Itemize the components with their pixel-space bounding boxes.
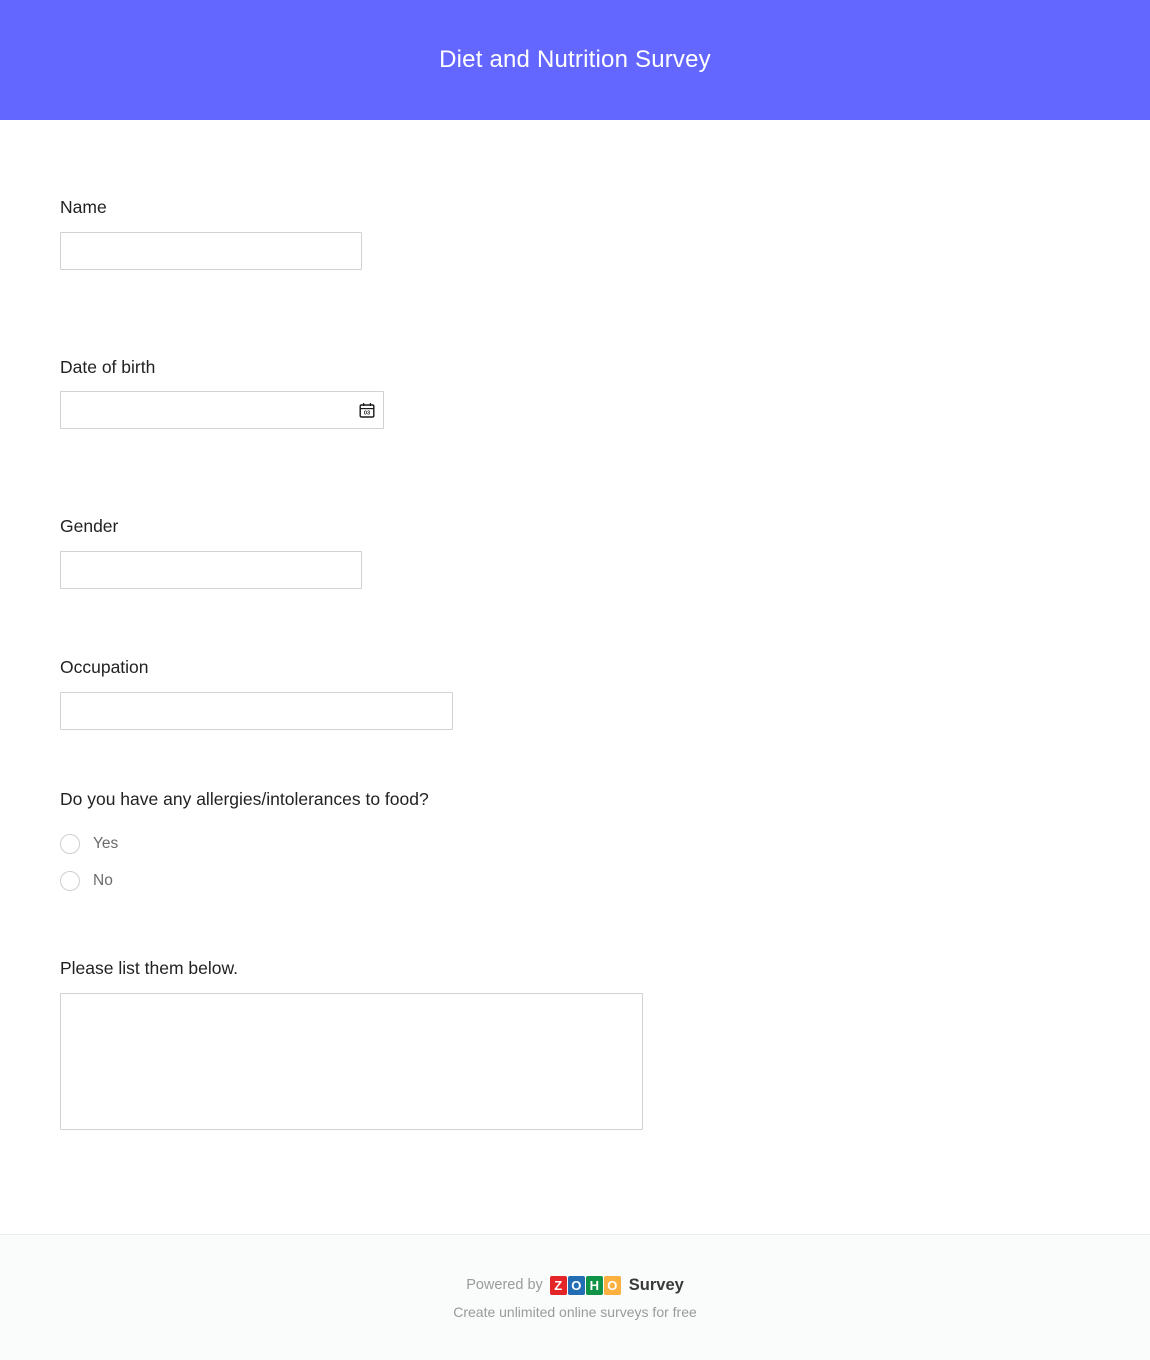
survey-footer: Powered by Z O H O Survey Create unlimit… <box>0 1234 1150 1360</box>
form-questions-container: Name Date of birth 03 Gender Occupation … <box>0 120 1150 1130</box>
date-of-birth-input[interactable] <box>60 391 384 430</box>
date-input-wrapper: 03 <box>60 391 384 430</box>
radio-circle-yes[interactable] <box>60 833 80 854</box>
zoho-logo-tile-o1: O <box>567 1275 585 1295</box>
question-occupation: Occupation <box>60 656 1150 730</box>
question-label-allergies: Do you have any allergies/intolerances t… <box>60 788 429 809</box>
radio-option-no[interactable]: No <box>60 862 1150 899</box>
gender-input[interactable] <box>60 550 362 589</box>
powered-by-row: Powered by Z O H O Survey <box>466 1275 684 1295</box>
question-label-occupation: Occupation <box>60 656 149 677</box>
survey-header: Diet and Nutrition Survey <box>0 0 1150 120</box>
question-name: Name <box>60 196 1150 270</box>
question-label-date-of-birth: Date of birth <box>60 356 156 377</box>
zoho-logo-tile-h: H <box>585 1275 603 1295</box>
radio-label-yes: Yes <box>93 834 119 852</box>
brand-product-name: Survey <box>628 1275 684 1294</box>
zoho-logo-tile-o2: O <box>603 1275 621 1295</box>
survey-page: Diet and Nutrition Survey Name Date of b… <box>0 0 1150 1360</box>
allergies-radio-group: Yes No <box>60 825 1150 899</box>
allergy-list-textarea[interactable] <box>60 992 643 1130</box>
question-gender: Gender <box>60 515 1150 589</box>
occupation-input[interactable] <box>60 691 453 730</box>
question-label-allergy-list: Please list them below. <box>60 958 239 979</box>
survey-form-body: Name Date of birth 03 Gender Occupation … <box>0 120 1150 1234</box>
question-allergies: Do you have any allergies/intolerances t… <box>60 788 1150 900</box>
zoho-logo-tile-z: Z <box>549 1275 567 1295</box>
name-input[interactable] <box>60 231 362 270</box>
footer-tagline: Create unlimited online surveys for free <box>453 1303 697 1320</box>
radio-label-no: No <box>93 871 113 889</box>
question-label-name: Name <box>60 197 107 217</box>
radio-option-yes[interactable]: Yes <box>60 825 1150 862</box>
question-allergy-list: Please list them below. <box>60 957 1150 1130</box>
powered-by-label: Powered by <box>466 1277 543 1293</box>
zoho-logo[interactable]: Z O H O <box>549 1275 622 1295</box>
radio-circle-no[interactable] <box>60 870 80 891</box>
question-date-of-birth: Date of birth 03 <box>60 356 1150 430</box>
page-title: Diet and Nutrition Survey <box>439 45 711 73</box>
question-label-gender: Gender <box>60 516 119 537</box>
